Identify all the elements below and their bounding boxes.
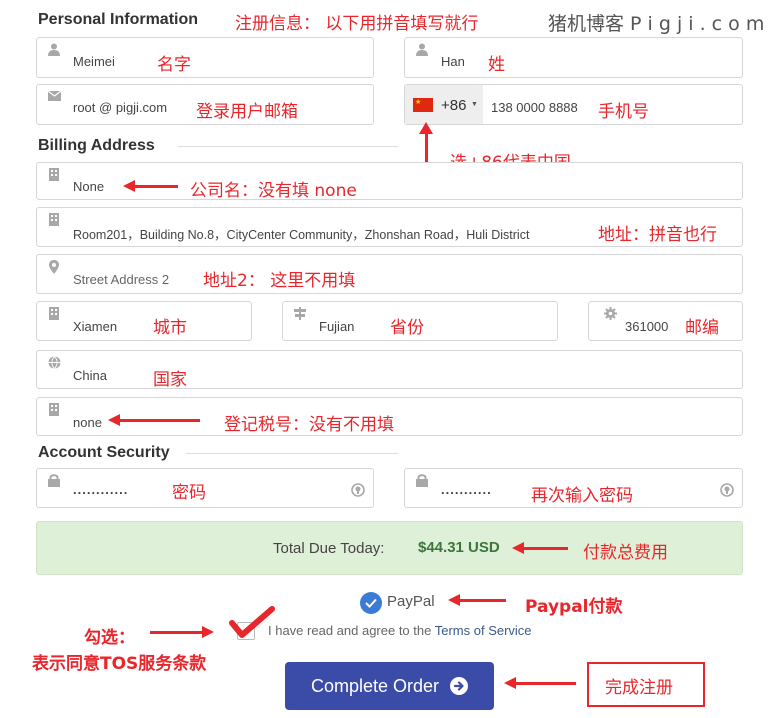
gear-icon [603,307,617,321]
annotation-tos-line1: 勾选： [84,628,135,648]
password-value: ............ [73,482,129,497]
arrow-paypal [448,594,506,606]
building-icon [47,307,61,321]
annotation-header: 注册信息： 以下用拼音填写就行 [235,14,479,34]
tos-text: I have read and agree to the [268,623,435,638]
user-icon [415,43,429,57]
paypal-radio[interactable] [360,592,382,614]
password-confirm-value: ........... [441,482,492,497]
arrow-submit [504,677,576,689]
arrow-head-country-code [419,122,433,134]
lock-icon [415,474,429,488]
state-value: Fujian [319,319,355,334]
tos-text-line: I have read and agree to the Terms of Se… [268,623,532,638]
tax-id-value: none [73,415,102,430]
complete-order-label: Complete Order [310,676,440,696]
divider [186,453,398,454]
china-flag-icon: ★ [413,98,433,112]
city-field[interactable]: Xiamen [36,301,252,341]
paypal-label[interactable]: PayPal [387,593,435,610]
phone-field[interactable]: ★ +86 ▼ 138 0000 8888 [404,84,743,125]
address2-placeholder: Street Address 2 [73,272,170,287]
arrow-total [512,542,568,554]
email-value: root @ pigji.com [73,100,168,115]
building-icon [47,168,61,182]
annotation-email: 登录用户邮箱 [196,102,298,122]
arrow-circle-right-icon [450,677,469,695]
last-name-field[interactable]: Han [404,37,743,78]
annotation-address2: 地址2： 这里不用填 [203,271,356,291]
annotation-first-name: 名字 [157,55,191,75]
company-value: None [73,179,105,194]
annotation-submit: 完成注册 [605,678,673,698]
annotation-address1: 地址：拼音也行 [598,225,717,245]
company-field[interactable]: None [36,162,743,200]
section-title-billing: Billing Address [38,137,155,154]
building-icon [47,403,61,417]
password-strength-icon [351,483,365,502]
first-name-value: Meimei [73,54,115,69]
arrow-tos [150,626,214,638]
total-due-label: Total Due Today: [273,540,385,557]
annotation-country: 国家 [153,370,187,390]
check-icon [365,598,377,608]
total-due-amount: $44.31 USD [418,539,500,556]
password-strength-icon [720,483,734,502]
globe-icon [47,356,61,370]
annotation-city: 城市 [153,318,187,338]
annotation-password: 密码 [172,483,206,503]
signpost-icon [293,307,307,321]
map-marker-icon [47,260,61,274]
section-title-personal: Personal Information [38,11,199,28]
country-value: China [73,368,107,383]
annotation-password-confirm: 再次输入密码 [531,486,633,506]
annotation-company: 公司名：没有填 none [190,181,357,201]
annotation-submit-box: 完成注册 [587,662,705,707]
building-icon [47,213,61,227]
watermark: 猪机博客 P i g j i . c o m [548,13,765,35]
country-code-value: +86 [441,97,467,114]
annotation-postcode: 邮编 [685,318,719,338]
address1-value: Room201，Building No.8，CityCenter Communi… [73,228,530,242]
section-title-security: Account Security [38,444,170,461]
arrow-company [123,180,178,192]
annotation-paypal: Paypal付款 [525,597,623,617]
annotation-tos-line2: 表示同意TOS服务条款 [32,654,207,674]
first-name-field[interactable]: Meimei [36,37,374,78]
user-icon [47,43,61,57]
annotation-state: 省份 [390,318,424,338]
lock-icon [47,474,61,488]
phone-value: 138 0000 8888 [491,100,578,115]
annotation-total: 付款总费用 [583,543,668,563]
annotation-last-name: 姓 [488,55,505,75]
tos-link[interactable]: Terms of Service [435,623,532,638]
postcode-field[interactable]: 361000 [588,301,743,341]
city-value: Xiamen [73,319,118,334]
arrow-tax-id [108,414,200,426]
chevron-down-icon: ▼ [471,101,478,108]
complete-order-button[interactable]: Complete Order [285,662,494,710]
address2-field[interactable]: Street Address 2 [36,254,743,294]
envelope-icon [47,90,61,104]
divider [178,146,398,147]
last-name-value: Han [441,54,465,69]
annotation-tax-id: 登记税号：没有不用填 [224,415,394,435]
country-field[interactable]: China [36,350,743,389]
postcode-value: 361000 [625,319,669,334]
annotation-phone: 手机号 [598,102,649,122]
country-code-select[interactable]: ★ +86 ▼ [405,85,483,124]
